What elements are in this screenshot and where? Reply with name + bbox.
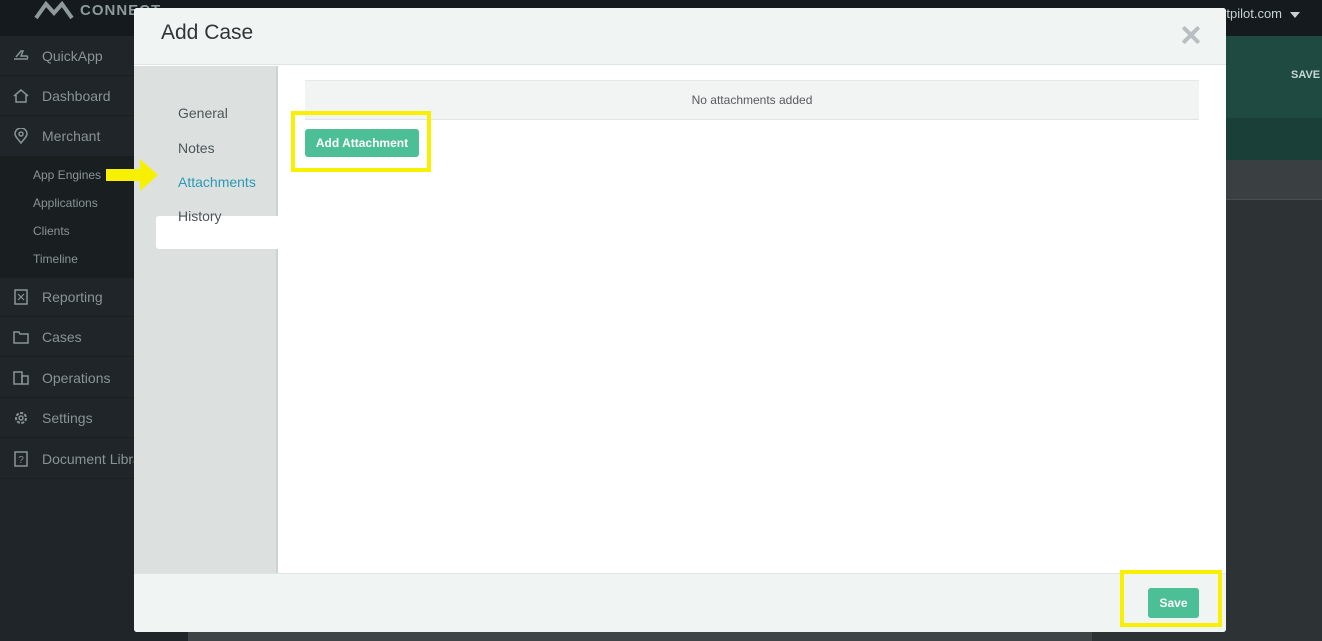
top-save-button[interactable]: SAVE	[1291, 69, 1320, 81]
add-case-modal: Add Case General Notes Attachments Histo…	[134, 8, 1226, 632]
tab-general[interactable]: General	[178, 105, 228, 121]
tab-history[interactable]: History	[178, 208, 222, 224]
sidebar-subitem-clients[interactable]: Clients	[33, 224, 70, 238]
sidebar-subitem-timeline[interactable]: Timeline	[33, 252, 78, 266]
arrow-right-icon	[106, 159, 158, 191]
sidebar-item-label: Cases	[42, 328, 82, 345]
logo-icon	[34, 1, 74, 19]
sidebar-item-label: Settings	[42, 409, 93, 426]
home-icon	[0, 88, 42, 103]
sidebar-subitem-app-engines[interactable]: App Engines	[33, 168, 101, 182]
background-form-row	[188, 632, 1092, 641]
modal-tab-sidebar: General Notes Attachments History	[134, 66, 280, 573]
sidebar-item-label: Operations	[42, 369, 111, 386]
svg-text:?: ?	[18, 455, 24, 466]
empty-attachments-row: No attachments added	[305, 80, 1199, 120]
empty-attachments-message: No attachments added	[691, 93, 813, 107]
modal-header: Add Case	[134, 8, 1226, 65]
gear-icon	[0, 410, 42, 426]
modal-title: Add Case	[161, 21, 254, 44]
location-pin-icon	[0, 128, 42, 144]
building-icon	[0, 370, 42, 385]
close-icon[interactable]	[1180, 24, 1202, 46]
sidebar-item-label: Dashboard	[42, 87, 111, 104]
sidebar-item-label: QuickApp	[42, 47, 103, 64]
header-band-lower	[1226, 118, 1322, 160]
chevron-down-icon	[1290, 11, 1300, 18]
sidebar-subitem-applications[interactable]: Applications	[33, 196, 98, 210]
add-attachment-button[interactable]: Add Attachment	[305, 129, 419, 157]
folder-icon	[0, 330, 42, 344]
modal-footer	[134, 573, 1226, 632]
background-strip	[1226, 160, 1322, 200]
sidebar-item-label: Merchant	[42, 128, 101, 144]
report-icon	[0, 288, 42, 305]
plane-icon	[0, 49, 42, 63]
sidebar-item-label: Reporting	[42, 288, 103, 305]
sidebar-item-label: Document Libra	[42, 450, 141, 467]
help-doc-icon: ?	[0, 450, 42, 467]
tab-attachments[interactable]: Attachments	[178, 174, 256, 190]
tab-notes[interactable]: Notes	[178, 140, 215, 156]
save-button[interactable]: Save	[1148, 588, 1199, 618]
